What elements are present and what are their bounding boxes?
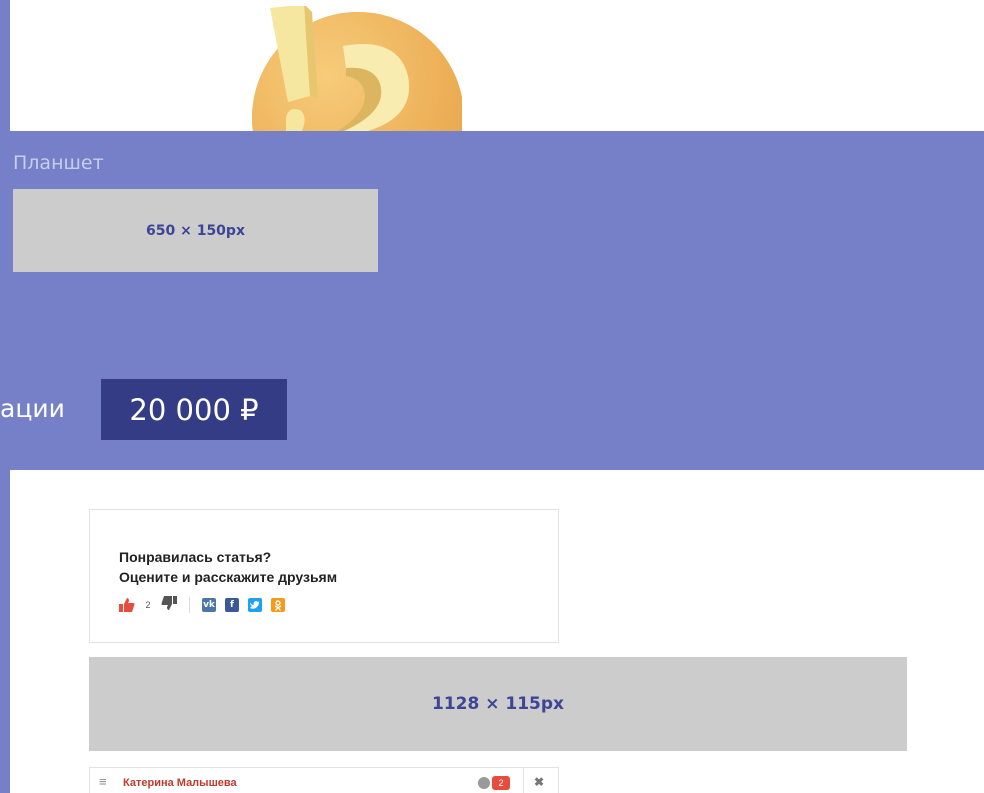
like-count: 2 [145, 600, 151, 610]
divider [189, 597, 190, 613]
twitter-bird-icon [250, 600, 260, 609]
price-caption: ации [0, 394, 65, 423]
divider [523, 768, 524, 793]
thumbs-down-icon [161, 595, 177, 610]
tablet-ad-placeholder: 650 × 150px [13, 189, 378, 272]
wide-ad-size: 1128 × 115px [431, 694, 564, 714]
vk-icon[interactable]: vk [202, 598, 216, 612]
chat-bar: ≡ Катерина Малышева 2 ✖ [89, 767, 559, 793]
logo-image [248, 6, 462, 131]
odnoklassniki-icon[interactable] [271, 598, 285, 612]
share-title-line1: Понравилась статья? [119, 549, 272, 565]
twitter-icon[interactable] [248, 598, 262, 612]
thumbs-up-icon [119, 598, 135, 612]
chat-user-name[interactable]: Катерина Малышева [123, 777, 237, 789]
share-card: Понравилась статья? Оцените и расскажите… [89, 509, 559, 643]
left-accent-stripe-lower [0, 470, 10, 793]
left-accent-stripe [0, 0, 10, 131]
share-title-line2: Оцените и расскажите друзьям [119, 569, 338, 585]
page: Планшет 650 × 150px ации 20 000 ₽ Понрав… [0, 0, 984, 793]
price-badge: 20 000 ₽ [101, 379, 287, 440]
dislike-button[interactable] [161, 595, 177, 615]
share-title: Понравилась статья? Оцените и расскажите… [119, 547, 337, 587]
close-icon[interactable]: ✖ [534, 775, 544, 789]
bell-icon[interactable] [478, 777, 490, 789]
facebook-icon[interactable]: f [225, 598, 239, 612]
tablet-ad-size: 650 × 150px [146, 222, 245, 239]
like-button[interactable] [119, 598, 135, 612]
ok-figure-icon [274, 599, 282, 611]
top-area [0, 0, 984, 131]
share-row: 2 vk f [119, 595, 294, 615]
tablet-label: Планшет [13, 152, 104, 174]
menu-icon[interactable]: ≡ [99, 774, 107, 789]
notification-badge: 2 [492, 776, 510, 790]
wide-ad-placeholder: 1128 × 115px [89, 657, 907, 751]
